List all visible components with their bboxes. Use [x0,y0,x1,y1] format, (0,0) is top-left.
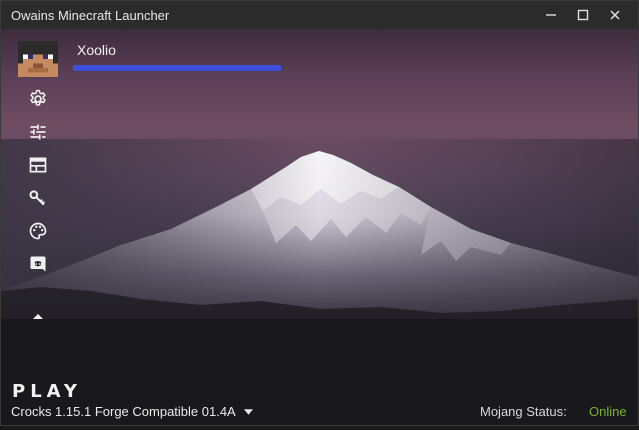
maximize-button[interactable] [568,5,598,25]
close-icon [610,10,620,20]
mojang-status-value: Online [589,404,627,419]
mountain-background [1,139,638,425]
redacted-email [73,65,281,71]
profile-username: Xoolio [77,42,116,58]
tune-button[interactable] [27,121,49,143]
discord-button[interactable] [27,253,49,275]
discord-icon [30,256,46,272]
theme-button[interactable] [27,220,49,242]
settings-gear-icon [30,89,46,106]
version-selector[interactable]: Crocks 1.15.1 Forge Compatible 01.4A [11,404,253,419]
minimize-button[interactable] [536,5,566,25]
maximize-icon [577,9,589,21]
caret-down-icon [243,408,253,415]
tune-sliders-icon [30,124,46,140]
browser-window-icon [29,157,47,173]
accounts-button[interactable] [27,187,49,209]
version-label: Crocks 1.15.1 Forge Compatible 01.4A [11,404,236,419]
key-icon [29,190,45,206]
launcher-window: Owains Minecraft Launcher Xoolio PLAY Cr… [0,0,639,426]
caret-up-icon[interactable] [32,311,44,321]
background-scene [1,29,638,425]
window-title: Owains Minecraft Launcher [11,8,170,23]
minimize-icon [546,14,556,16]
play-button[interactable]: PLAY [12,381,82,402]
mojang-status-label: Mojang Status: [480,404,567,419]
title-bar[interactable]: Owains Minecraft Launcher [1,1,638,29]
player-avatar[interactable] [18,41,58,77]
settings-button[interactable] [27,88,49,110]
layout-button[interactable] [27,154,49,176]
close-button[interactable] [600,5,630,25]
palette-icon [29,222,47,240]
